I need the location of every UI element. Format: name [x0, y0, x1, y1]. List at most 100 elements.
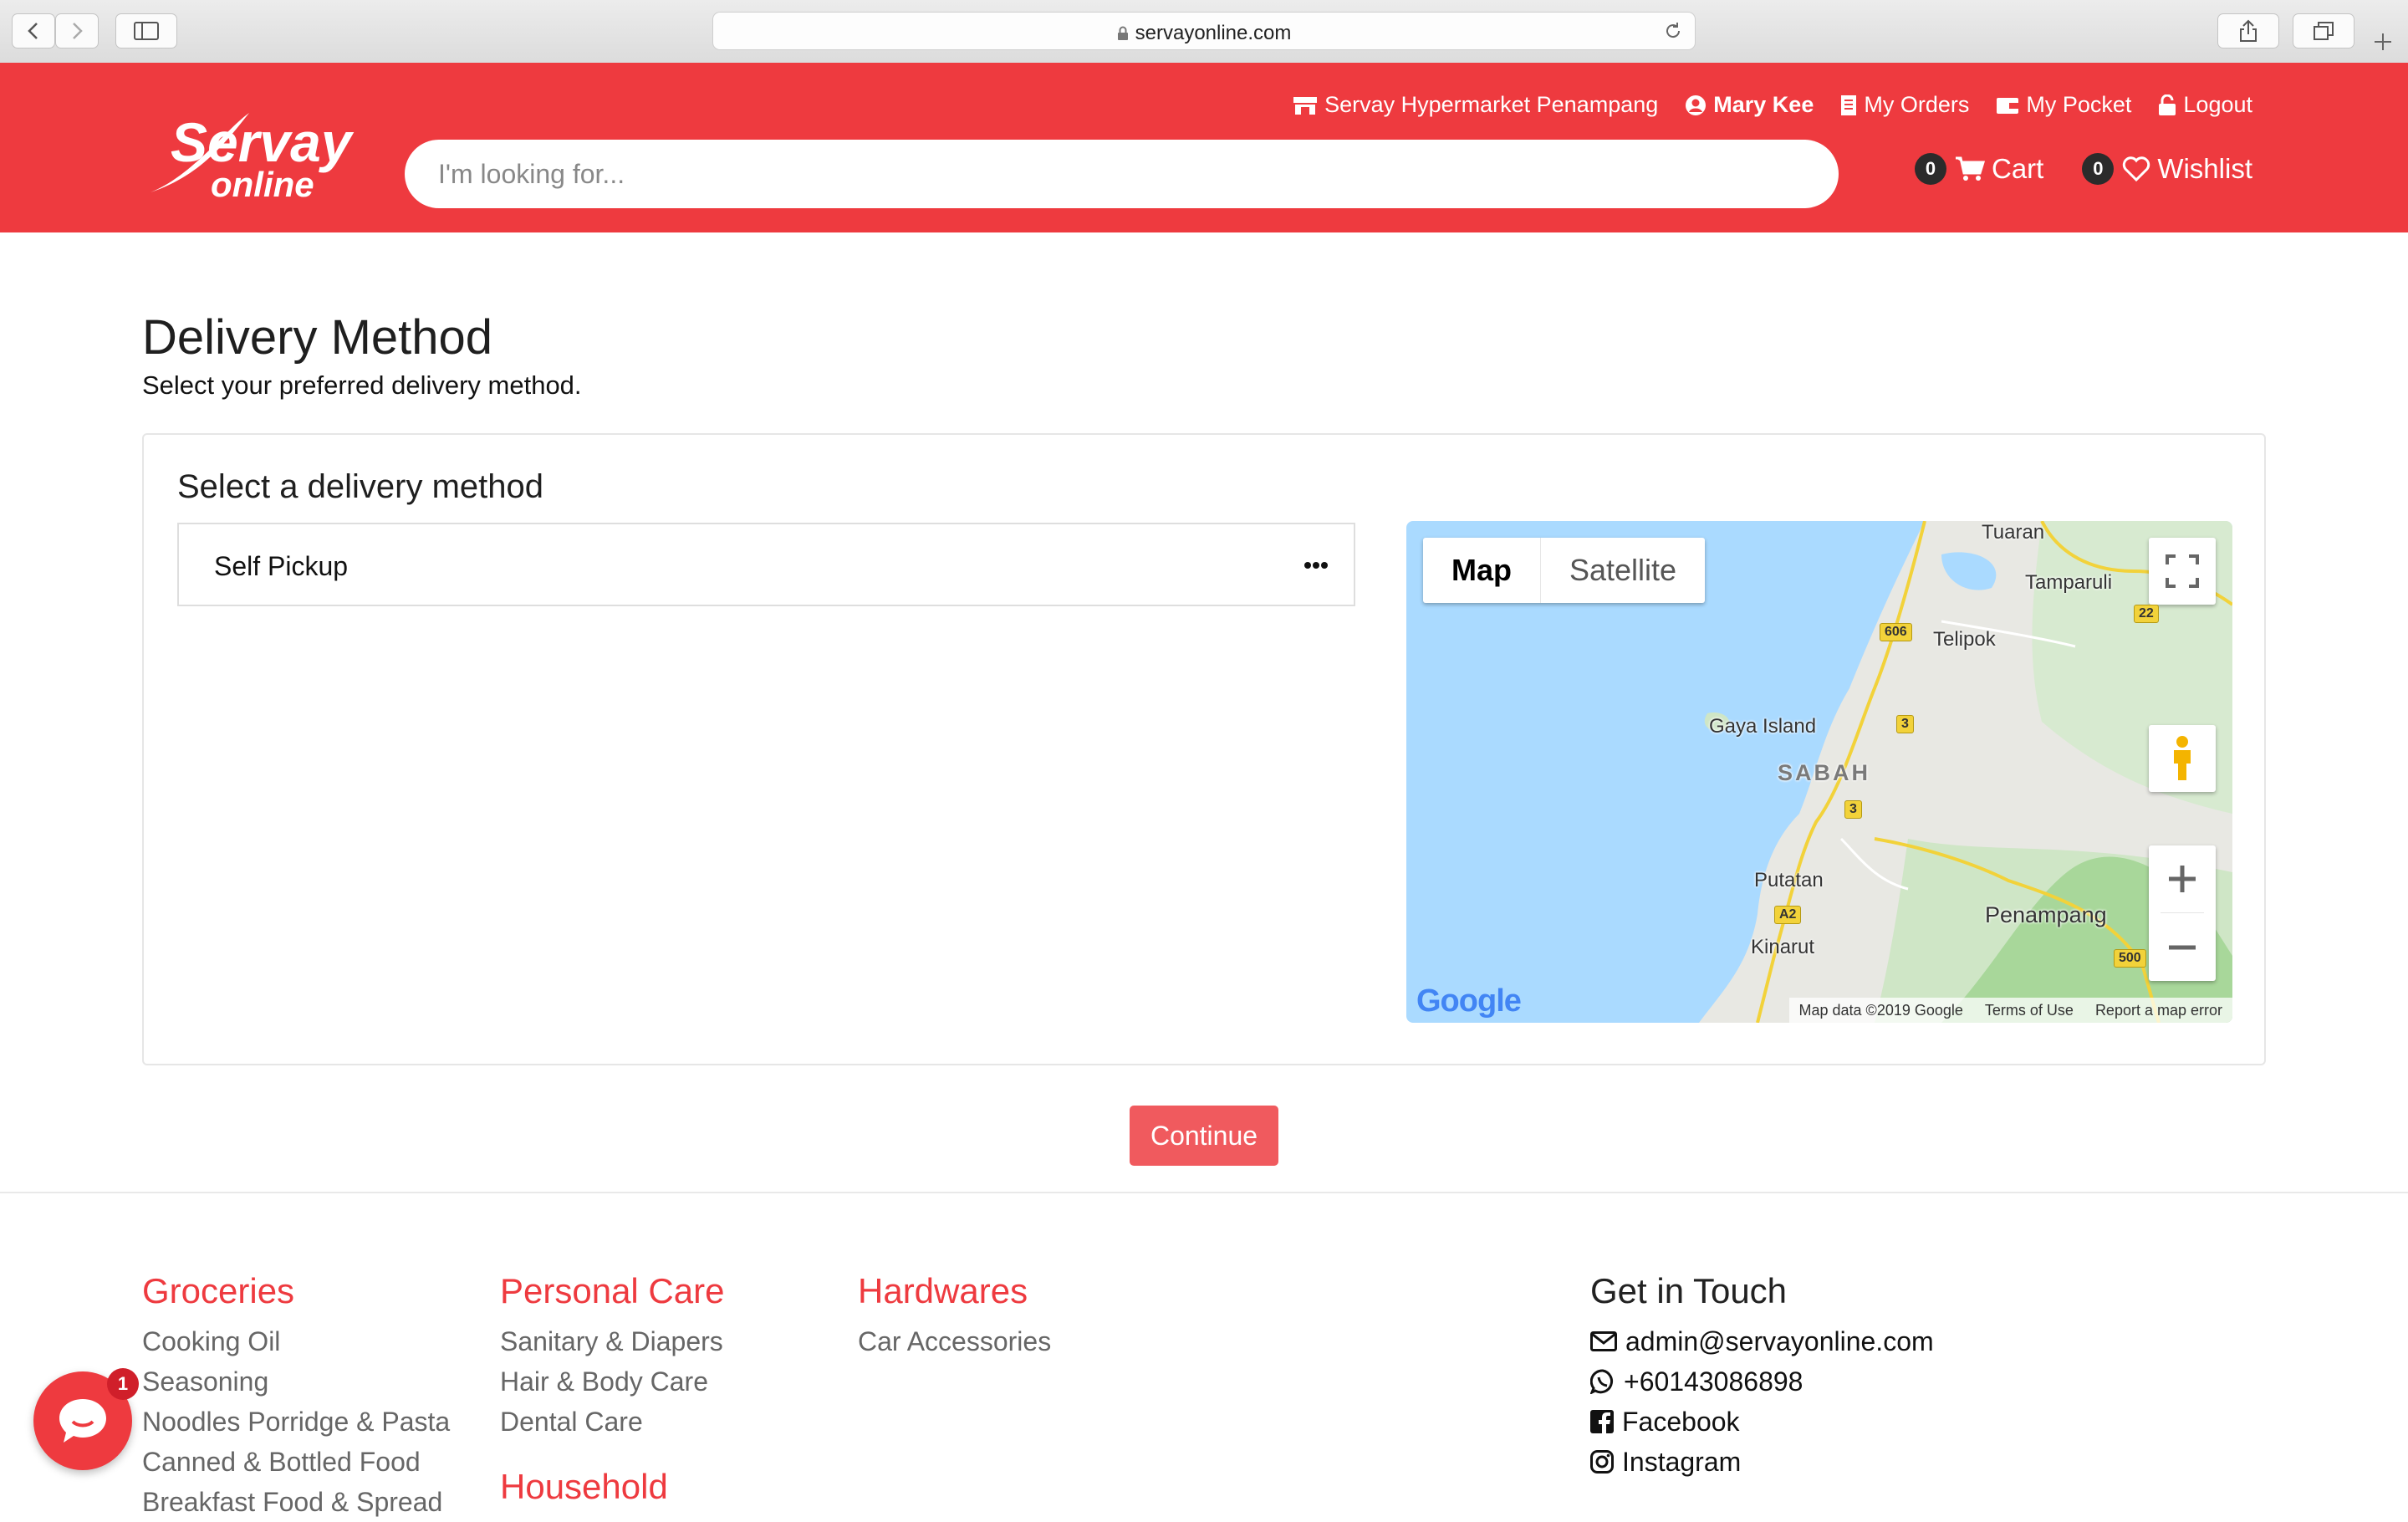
tabs-button[interactable]	[2293, 13, 2354, 49]
footer-contact-heading: Get in Touch	[1590, 1271, 1788, 1310]
tabs-icon	[2314, 22, 2334, 40]
page-title: Delivery Method	[142, 310, 493, 365]
zoom-in-button[interactable]	[2149, 845, 2216, 912]
my-pocket-link[interactable]: My Pocket	[1996, 92, 2131, 118]
terms-of-use-link[interactable]: Terms of Use	[1985, 1002, 2074, 1019]
chevron-left-icon	[28, 23, 38, 39]
user-link[interactable]: Mary Kee	[1685, 92, 1814, 118]
contact-whatsapp[interactable]: +60143086898	[1590, 1361, 1934, 1402]
share-button[interactable]	[2217, 13, 2279, 49]
wishlist-link[interactable]: 0 Wishlist	[2082, 153, 2252, 185]
contact-facebook[interactable]: Facebook	[1590, 1402, 1934, 1442]
url-text: servayonline.com	[1135, 22, 1292, 44]
map-label-sabah: SABAH	[1778, 760, 1871, 785]
address-bar[interactable]: servayonline.com	[712, 12, 1696, 50]
user-name: Mary Kee	[1713, 92, 1814, 117]
contact-instagram[interactable]: Instagram	[1590, 1442, 1934, 1482]
cart-wishlist-row: 0 Cart 0 Wishlist	[1914, 153, 2252, 185]
contact-email-text: admin@servayonline.com	[1625, 1326, 1934, 1356]
chat-unread-badge: 1	[107, 1368, 139, 1400]
shopping-cart-icon	[1955, 156, 1985, 181]
footer-groceries-column: Groceries Cooking Oil Seasoning Noodles …	[142, 1271, 450, 1522]
store-name: Servay Hypermarket Penampang	[1324, 92, 1659, 117]
cart-link[interactable]: 0 Cart	[1914, 153, 2044, 185]
footer-hardwares-column: Hardwares Car Accessories	[858, 1271, 1051, 1361]
google-logo: Google	[1416, 983, 1522, 1019]
continue-button[interactable]: Continue	[1130, 1106, 1278, 1166]
cart-count-badge: 0	[1914, 153, 1946, 185]
new-tab-button[interactable]	[2366, 23, 2400, 60]
more-options-icon[interactable]	[1303, 561, 1329, 569]
map-label-putatan: Putatan	[1754, 869, 1824, 891]
road-marker-3b: 3	[1844, 800, 1862, 819]
road-marker-a2: A2	[1774, 906, 1802, 924]
footer-link[interactable]: Noodles Porridge & Pasta	[142, 1402, 450, 1442]
servay-online-logo[interactable]: Servay online	[142, 96, 368, 205]
my-pocket-label: My Pocket	[2026, 92, 2132, 117]
minus-icon	[2169, 945, 2196, 950]
share-icon	[2240, 19, 2257, 42]
pickup-location-map[interactable]: Map Satellite Tuaran Tamparuli Telipok G…	[1406, 521, 2232, 1023]
top-links: Servay Hypermarket Penampang Mary Kee My…	[1293, 92, 2252, 118]
footer-link[interactable]: Breakfast Food & Spread	[142, 1482, 450, 1522]
plus-icon	[2169, 866, 2196, 892]
report-map-error-link[interactable]: Report a map error	[2095, 1002, 2222, 1019]
zoom-out-button[interactable]	[2149, 914, 2216, 981]
map-data-text: Map data ©2019 Google	[1798, 1001, 1963, 1019]
footer-link[interactable]: Cooking Oil	[142, 1321, 450, 1361]
footer-hardwares-heading[interactable]: Hardwares	[858, 1271, 1051, 1311]
store-icon	[1293, 96, 1318, 115]
footer-link[interactable]: Sanitary & Diapers	[500, 1321, 724, 1361]
envelope-icon	[1590, 1331, 1617, 1351]
unlock-icon	[2159, 94, 2176, 115]
search-input[interactable]	[405, 140, 1839, 208]
contact-email[interactable]: admin@servayonline.com	[1590, 1321, 1934, 1361]
footer-personal-care-heading[interactable]: Personal Care	[500, 1271, 724, 1311]
footer-link[interactable]: Car Accessories	[858, 1321, 1051, 1361]
footer-link[interactable]: Hair & Body Care	[500, 1361, 724, 1402]
wishlist-count-badge: 0	[2082, 153, 2115, 185]
my-orders-link[interactable]: My Orders	[1840, 92, 1969, 118]
footer-link[interactable]: Canned & Bottled Food	[142, 1442, 450, 1482]
logout-link[interactable]: Logout	[2158, 92, 2252, 118]
reload-icon[interactable]	[1663, 21, 1683, 41]
wishlist-label: Wishlist	[2157, 153, 2252, 184]
road-marker-500: 500	[2114, 949, 2146, 968]
cart-label: Cart	[1991, 153, 2044, 184]
road-marker-22: 22	[2134, 605, 2159, 623]
footer-household-heading[interactable]: Household	[500, 1467, 724, 1507]
logo-online-text: online	[211, 165, 314, 204]
fullscreen-button[interactable]	[2149, 538, 2216, 605]
delivery-card-heading: Select a delivery method	[177, 468, 544, 505]
sidebar-icon	[134, 22, 159, 40]
map-label-tuaran: Tuaran	[1982, 521, 2045, 544]
map-label-penampang: Penampang	[1985, 902, 2107, 927]
forward-button[interactable]	[55, 13, 99, 49]
zoom-divider	[2161, 912, 2204, 913]
whatsapp-icon	[1590, 1369, 1614, 1394]
browser-toolbar: servayonline.com	[0, 0, 2408, 64]
footer-link[interactable]: Seasoning	[142, 1361, 450, 1402]
footer-divider	[0, 1192, 2408, 1193]
sidebar-toggle-button[interactable]	[115, 13, 177, 49]
chat-bubble-icon	[59, 1399, 106, 1443]
receipt-icon	[1841, 94, 1857, 115]
user-circle-icon	[1686, 94, 1707, 115]
footer-link[interactable]: Dental Care	[500, 1402, 724, 1442]
contact-phone-text: +60143086898	[1624, 1366, 1803, 1397]
logout-label: Logout	[2183, 92, 2252, 117]
delivery-option-self-pickup[interactable]: Self Pickup	[177, 523, 1355, 606]
heart-icon	[2123, 156, 2150, 181]
street-view-button[interactable]	[2149, 725, 2216, 792]
delivery-method-card: Select a delivery method Self Pickup Map…	[142, 433, 2266, 1065]
map-type-satellite-button[interactable]: Satellite	[1541, 538, 1705, 603]
instagram-icon	[1590, 1450, 1614, 1473]
map-label-kinarut: Kinarut	[1751, 936, 1815, 958]
footer-personal-care-column: Personal Care Sanitary & Diapers Hair & …	[500, 1271, 724, 1517]
map-type-map-button[interactable]: Map	[1423, 538, 1541, 603]
map-label-tamparuli: Tamparuli	[2025, 571, 2113, 594]
back-button[interactable]	[12, 13, 55, 49]
footer-groceries-heading[interactable]: Groceries	[142, 1271, 450, 1311]
chevron-right-icon	[73, 23, 83, 39]
store-link[interactable]: Servay Hypermarket Penampang	[1293, 92, 1658, 118]
